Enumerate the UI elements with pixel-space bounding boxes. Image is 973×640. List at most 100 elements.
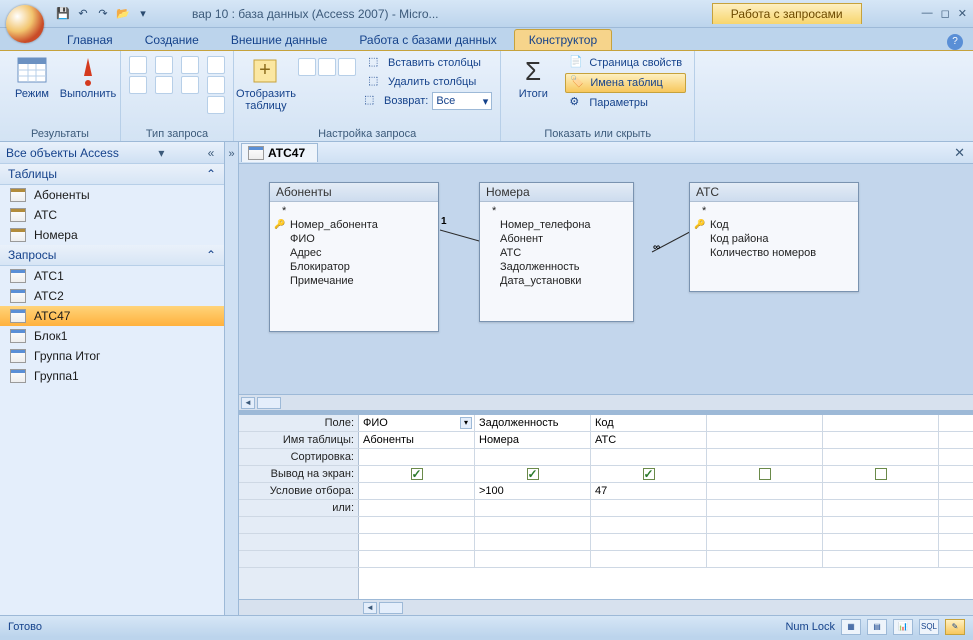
qbe-cell[interactable] <box>359 466 475 482</box>
qbe-cell[interactable] <box>823 534 939 550</box>
qbe-cell[interactable]: Код <box>591 415 707 431</box>
qbe-cell[interactable] <box>823 415 939 431</box>
table-abonenty[interactable]: Абоненты *Номер_абонентаФИОАдресБлокират… <box>269 182 439 332</box>
help-button[interactable]: ? <box>947 34 963 50</box>
qbe-cell[interactable] <box>359 551 475 567</box>
qbe-scroll-left-icon[interactable]: ◄ <box>363 602 377 614</box>
qbe-cell[interactable] <box>591 534 707 550</box>
nav-collapse-icon[interactable]: « <box>204 146 218 160</box>
nav-group-header[interactable]: Запросы⌃ <box>0 245 224 266</box>
qbe-cell[interactable] <box>823 449 939 465</box>
field-item[interactable]: АТС <box>482 246 631 260</box>
tab-external-data[interactable]: Внешние данные <box>216 29 343 50</box>
nav-item[interactable]: АТС1 <box>0 266 224 286</box>
view-sql-button[interactable]: SQL <box>919 619 939 635</box>
tab-create[interactable]: Создание <box>130 29 214 50</box>
field-item[interactable]: ФИО <box>272 232 436 246</box>
insert-rows-icon[interactable] <box>298 58 316 76</box>
checkbox-icon[interactable] <box>527 468 539 480</box>
qbe-cell[interactable] <box>359 500 475 516</box>
crosstab-icon[interactable] <box>181 56 199 74</box>
doc-tab-active[interactable]: ATC47 <box>241 143 318 162</box>
parameters-button[interactable]: ⚙Параметры <box>565 94 686 112</box>
view-chart-icon[interactable]: 📊 <box>893 619 913 635</box>
qbe-cell[interactable]: Абоненты <box>359 432 475 448</box>
qbe-cell[interactable] <box>707 415 823 431</box>
qbe-cell[interactable] <box>475 449 591 465</box>
view-mode-button[interactable]: Режим <box>8 54 56 100</box>
nav-header[interactable]: Все объекты Access ▾ « <box>0 142 224 164</box>
qbe-scroll-thumb[interactable] <box>379 602 403 614</box>
qbe-cell[interactable] <box>359 483 475 499</box>
tab-design[interactable]: Конструктор <box>514 29 612 50</box>
nav-item[interactable]: Группа Итог <box>0 346 224 366</box>
nav-item[interactable]: Номера <box>0 225 224 245</box>
view-design-icon[interactable]: ✎ <box>945 619 965 635</box>
qbe-cell[interactable] <box>707 534 823 550</box>
tables-hscroll[interactable]: ◄ <box>239 394 973 410</box>
nav-item[interactable]: Блок1 <box>0 326 224 346</box>
qbe-cell[interactable] <box>591 466 707 482</box>
checkbox-icon[interactable] <box>875 468 887 480</box>
nav-dropdown-icon[interactable]: ▾ <box>154 146 168 160</box>
qbe-cell[interactable] <box>707 483 823 499</box>
qbe-cell[interactable] <box>823 466 939 482</box>
show-table-button[interactable]: + Отобразить таблицу <box>242 54 290 112</box>
qbe-cell[interactable]: Номера <box>475 432 591 448</box>
field-item[interactable]: Адрес <box>272 246 436 260</box>
qbe-cell[interactable] <box>359 449 475 465</box>
nav-item[interactable]: АТС2 <box>0 286 224 306</box>
return-combo[interactable]: Все▾ <box>432 92 492 110</box>
doc-close-button[interactable]: ✕ <box>954 145 965 161</box>
qbe-cell[interactable] <box>591 500 707 516</box>
qbe-cell[interactable] <box>823 483 939 499</box>
dropdown-icon[interactable]: ▾ <box>460 417 472 429</box>
undo-icon[interactable]: ↶ <box>74 5 92 23</box>
qbe-cell[interactable]: >100 <box>475 483 591 499</box>
nav-item[interactable]: АТС <box>0 205 224 225</box>
run-button[interactable]: Выполнить <box>64 54 112 100</box>
scroll-left-icon[interactable]: ◄ <box>241 397 255 409</box>
qbe-cell[interactable] <box>823 517 939 533</box>
update-query-icon[interactable] <box>155 76 173 94</box>
field-item[interactable]: Дата_установки <box>482 274 631 288</box>
qbe-cell[interactable] <box>475 466 591 482</box>
qbe-cell[interactable] <box>707 432 823 448</box>
qbe-cell[interactable]: АТС <box>591 432 707 448</box>
property-sheet-button[interactable]: 📄Страница свойств <box>565 54 686 72</box>
qbe-cell[interactable] <box>823 551 939 567</box>
qbe-cell[interactable] <box>359 517 475 533</box>
checkbox-icon[interactable] <box>759 468 771 480</box>
qbe-cell[interactable] <box>707 449 823 465</box>
qbe-cell[interactable] <box>475 500 591 516</box>
field-item[interactable]: Код района <box>692 232 856 246</box>
field-item[interactable]: Блокиратор <box>272 260 436 274</box>
nav-group-header[interactable]: Таблицы⌃ <box>0 164 224 185</box>
append-query-icon[interactable] <box>155 56 173 74</box>
qbe-cell[interactable] <box>475 534 591 550</box>
nav-splitter[interactable]: » <box>225 142 239 615</box>
field-item[interactable]: Абонент <box>482 232 631 246</box>
delete-query-icon[interactable] <box>181 76 199 94</box>
totals-button[interactable]: Σ Итоги <box>509 54 557 100</box>
redo-icon[interactable]: ↷ <box>94 5 112 23</box>
field-item[interactable]: Номер_абонента <box>272 218 436 232</box>
close-button[interactable]: ✕ <box>958 7 967 20</box>
qbe-cell[interactable] <box>707 551 823 567</box>
qbe-cell[interactable] <box>475 517 591 533</box>
tab-database-tools[interactable]: Работа с базами данных <box>344 29 511 50</box>
scroll-thumb[interactable] <box>257 397 281 409</box>
qbe-cell[interactable]: Задолженность <box>475 415 591 431</box>
save-icon[interactable]: 💾 <box>54 5 72 23</box>
qbe-hscroll[interactable]: ◄ <box>239 599 973 615</box>
qat-dropdown-icon[interactable]: ▾ <box>134 5 152 23</box>
qbe-cell[interactable] <box>707 466 823 482</box>
qbe-cell[interactable] <box>823 432 939 448</box>
field-item[interactable]: Код <box>692 218 856 232</box>
nav-item[interactable]: АТС47 <box>0 306 224 326</box>
tab-home[interactable]: Главная <box>52 29 128 50</box>
builder-icon[interactable] <box>338 58 356 76</box>
maximize-button[interactable]: ◻ <box>941 7 950 20</box>
minimize-button[interactable]: — <box>922 7 933 20</box>
field-item[interactable]: * <box>482 204 631 218</box>
